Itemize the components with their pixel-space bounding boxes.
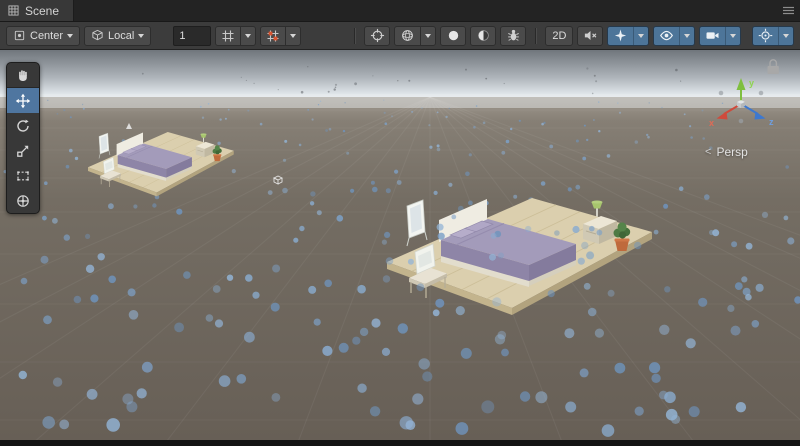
scale-icon: [15, 143, 31, 159]
axis-x-label: x: [709, 118, 714, 128]
2d-toggle[interactable]: 2D: [545, 26, 573, 46]
scene-toolbar: Center Local: [0, 22, 800, 50]
chevron-down-icon: [638, 34, 644, 38]
chevron-down-icon: [425, 34, 431, 38]
sky: [0, 50, 800, 100]
tab-bar: Scene: [0, 0, 800, 22]
snap-settings-icon: [266, 29, 280, 43]
shading-mode-dropdown[interactable]: [394, 26, 436, 46]
hand-icon: [15, 67, 31, 83]
chevron-down-icon: [684, 34, 690, 38]
effects-arrow[interactable]: [633, 27, 648, 45]
axis-y-label: y: [749, 78, 754, 88]
axis-neg-z-handle[interactable]: [719, 91, 724, 96]
gizmos-arrow[interactable]: [778, 27, 793, 45]
effects-star-icon: [613, 28, 628, 43]
chevron-down-icon: [67, 34, 73, 38]
tool-move[interactable]: [7, 88, 39, 113]
move-icon: [15, 93, 31, 109]
tab-scene[interactable]: Scene: [0, 0, 74, 21]
filled-sphere-icon: [446, 28, 461, 43]
grid-snap-button[interactable]: [215, 26, 256, 46]
audio-toggle[interactable]: [577, 26, 603, 46]
toolbar-separator: [535, 28, 536, 44]
2d-label: 2D: [552, 30, 566, 42]
debug-bug-toggle[interactable]: [500, 26, 526, 46]
chevron-down-icon: [245, 34, 251, 38]
gizmo-target-icon: [758, 28, 773, 43]
gizmos-dropdown[interactable]: [752, 26, 794, 46]
rotation-mode-dropdown[interactable]: Local: [84, 26, 151, 46]
snap-settings-button[interactable]: [260, 26, 301, 46]
scene-render[interactable]: y x z: [0, 50, 800, 440]
tool-rotate[interactable]: [7, 113, 39, 138]
eye-icon: [659, 28, 674, 43]
visibility-dropdown[interactable]: [653, 26, 695, 46]
tool-hand[interactable]: [7, 63, 39, 88]
tool-scale[interactable]: [7, 138, 39, 163]
horizon-haze: [0, 94, 800, 108]
camera-arrow[interactable]: [725, 27, 740, 45]
crosshair-circle-icon: [370, 28, 385, 43]
gizmos-main[interactable]: [753, 27, 778, 45]
tool-rect[interactable]: [7, 163, 39, 188]
rotation-mode-label: Local: [108, 30, 134, 42]
shading-mode-arrow[interactable]: [420, 27, 435, 45]
visibility-main[interactable]: [654, 27, 679, 45]
pivot-mode-dropdown[interactable]: Center: [6, 26, 80, 46]
tool-transform[interactable]: [7, 188, 39, 213]
scene-grid-icon: [8, 5, 19, 16]
chevron-down-icon: [783, 34, 789, 38]
tabbar-spacer: [74, 0, 776, 21]
pivot-center-icon: [13, 29, 26, 42]
camera-icon: [705, 28, 720, 43]
rect-tool-icon: [15, 168, 31, 184]
grid-snap-main[interactable]: [216, 27, 240, 45]
persp-arrow: <: [705, 146, 711, 158]
snap-settings-dropdown[interactable]: [285, 27, 300, 45]
camera-main[interactable]: [700, 27, 725, 45]
axis-neg-x-handle[interactable]: [759, 91, 764, 96]
pivot-mode-label: Center: [30, 30, 63, 42]
axis-z-label: z: [769, 117, 774, 127]
grid-snap-dropdown[interactable]: [240, 27, 255, 45]
rotate-icon: [15, 118, 31, 134]
camera-dropdown[interactable]: [699, 26, 741, 46]
chevron-down-icon: [290, 34, 296, 38]
snap-increment-input[interactable]: [173, 26, 211, 46]
white-sphere-toggle[interactable]: [440, 26, 466, 46]
effects-dropdown[interactable]: [607, 26, 649, 46]
menu-lines-icon: [783, 6, 794, 15]
speaker-muted-icon: [583, 28, 598, 43]
visibility-arrow[interactable]: [679, 27, 694, 45]
shaded-sphere-icon: [400, 28, 415, 43]
effects-main[interactable]: [608, 27, 633, 45]
projection-toggle[interactable]: < Persp: [705, 145, 748, 159]
tool-palette: [6, 62, 40, 214]
persp-label: Persp: [716, 145, 747, 159]
axis-neg-y-handle[interactable]: [739, 119, 744, 124]
local-cube-icon: [91, 29, 104, 42]
window-bottom-edge: [0, 440, 800, 446]
chevron-down-icon: [730, 34, 736, 38]
tab-options-button[interactable]: [776, 0, 800, 21]
moon-icon: [476, 28, 491, 43]
grid-snap-icon: [221, 29, 235, 43]
transform-icon: [15, 193, 31, 209]
crosshair-toggle[interactable]: [364, 26, 390, 46]
toolbar-separator: [354, 28, 355, 44]
snap-settings-main[interactable]: [261, 27, 285, 45]
chevron-down-icon: [138, 34, 144, 38]
scene-lighting-toggle[interactable]: [470, 26, 496, 46]
bug-icon: [506, 28, 521, 43]
unity-scene-window: Scene Center Local: [0, 0, 800, 446]
tab-label: Scene: [25, 4, 59, 18]
scene-viewport[interactable]: y x z < Persp: [0, 50, 800, 440]
shading-mode-main[interactable]: [395, 27, 420, 45]
